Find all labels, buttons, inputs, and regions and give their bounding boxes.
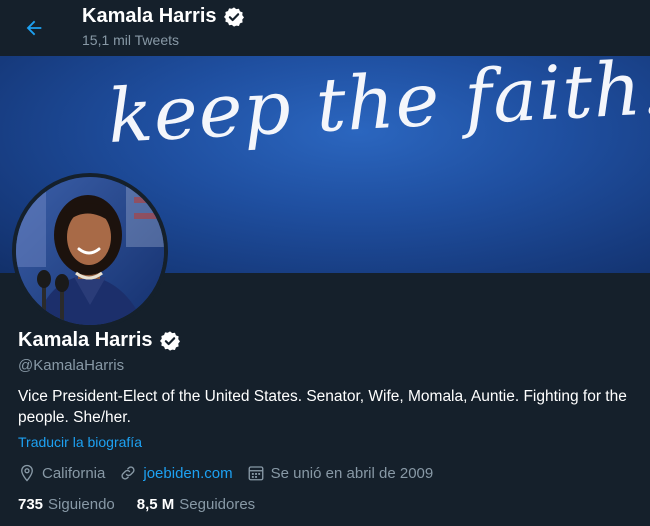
- tweet-count: 15,1 mil Tweets: [82, 32, 180, 48]
- profile-name-row: Kamala Harris: [18, 329, 181, 352]
- following-label: Siguiendo: [48, 496, 115, 513]
- profile-handle: @KamalaHarris: [18, 357, 125, 374]
- avatar[interactable]: [12, 173, 168, 329]
- website-item[interactable]: joebiden.com: [119, 464, 233, 482]
- location-text: California: [42, 464, 106, 482]
- translate-bio-link[interactable]: Traducir la biografía: [18, 434, 142, 450]
- profile-name: Kamala Harris: [18, 329, 153, 351]
- profile-meta: California joebiden.com Se unió en abril…: [18, 464, 447, 482]
- profile-photo: [16, 177, 164, 325]
- profile-header: Kamala Harris 15,1 mil Tweets: [0, 0, 650, 56]
- verified-badge-icon: [159, 330, 180, 351]
- joined-item: Se unió en abril de 2009: [247, 464, 434, 482]
- following-link[interactable]: 735 Siguiendo: [18, 496, 115, 513]
- header-title: Kamala Harris: [82, 5, 217, 27]
- followers-label: Seguidores: [179, 496, 256, 513]
- followers-link[interactable]: 8,5 M Seguidores: [137, 496, 255, 513]
- follow-stats: 735 Siguiendo 8,5 M Seguidores: [18, 496, 277, 513]
- location-pin-icon: [21, 464, 33, 482]
- calendar-icon: [248, 466, 264, 481]
- profile-bio: Vice President-Elect of the United State…: [18, 388, 627, 426]
- verified-badge-icon: [223, 6, 244, 27]
- back-button[interactable]: [14, 8, 54, 48]
- joined-text: Se unió en abril de 2009: [270, 464, 434, 482]
- link-icon: [121, 466, 135, 480]
- following-count: 735: [18, 496, 44, 513]
- followers-count: 8,5 M: [136, 496, 175, 513]
- arrow-left-icon: [26, 20, 42, 36]
- website-link[interactable]: joebiden.com: [143, 465, 232, 482]
- location-item: California: [18, 464, 105, 482]
- banner-handwritten-text: keep the faith!: [105, 56, 650, 160]
- header-title-row: Kamala Harris: [82, 5, 245, 28]
